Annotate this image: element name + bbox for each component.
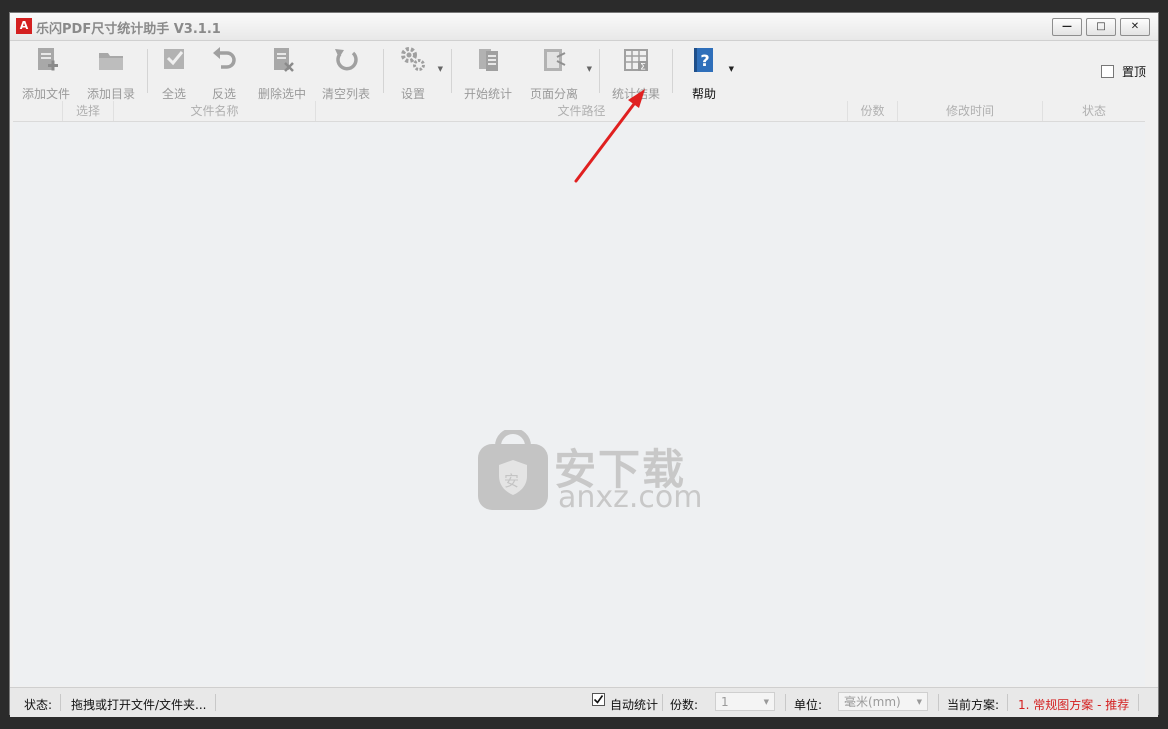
invert-label: 反选 — [211, 87, 236, 101]
app-window: A 乐闪PDF尺寸统计助手 V3.1.1 — □ ✕ 添加文件 添加目录 全选 — [9, 12, 1159, 717]
status-divider — [662, 694, 663, 711]
toolbar-divider — [672, 49, 673, 93]
select-all-label: 全选 — [161, 87, 186, 101]
dropdown-caret-icon: ▼ — [437, 65, 443, 73]
stats-result-button[interactable]: Σ 统计结果 — [610, 45, 662, 102]
scheme-value[interactable]: 1. 常规图方案 - 推荐 — [1018, 696, 1129, 713]
clear-list-button[interactable]: 清空列表 — [320, 45, 372, 102]
settings-label: 设置 — [400, 87, 425, 101]
status-label: 状态: — [24, 698, 53, 712]
status-divider — [938, 694, 939, 711]
toolbar-divider — [451, 49, 452, 93]
pin-top-checkbox[interactable] — [1100, 65, 1114, 78]
page-split-label: 页面分离 — [529, 87, 578, 101]
gear-icon: ▼ — [395, 45, 443, 77]
refresh-icon — [320, 45, 372, 77]
chevron-down-icon: ▼ — [763, 698, 769, 706]
dropdown-caret-icon: ▼ — [728, 65, 734, 73]
add-file-button[interactable]: 添加文件 — [18, 45, 74, 102]
folder-icon — [83, 45, 139, 77]
add-folder-label: 添加目录 — [86, 87, 135, 101]
page-split-button[interactable]: ▼ 页面分离 — [528, 45, 592, 102]
status-divider — [1138, 694, 1139, 711]
status-divider — [215, 694, 216, 711]
column-header-filename[interactable]: 文件名称 — [114, 101, 316, 121]
copies-label: 份数: — [670, 698, 699, 712]
window-title: 乐闪PDF尺寸统计助手 V3.1.1 — [36, 22, 221, 37]
select-all-button[interactable]: 全选 — [156, 45, 192, 102]
column-header-modified[interactable]: 修改时间 — [898, 101, 1043, 121]
maximize-button[interactable]: □ — [1086, 18, 1116, 36]
pdf-app-icon: A — [16, 18, 32, 34]
column-header-blank — [13, 101, 63, 121]
watermark-en: anxz.com — [558, 480, 703, 515]
toolbar: 添加文件 添加目录 全选 反选 删除选中 清空列表 ▼ 设置 开始统计 ▼ 页面… — [10, 41, 1158, 101]
invert-selection-button[interactable]: 反选 — [206, 45, 242, 102]
close-button[interactable]: ✕ — [1120, 18, 1150, 36]
status-divider — [1007, 694, 1008, 711]
column-header-filepath[interactable]: 文件路径 — [316, 101, 848, 121]
auto-stats-checkbox[interactable] — [592, 693, 605, 709]
unit-label: 单位: — [794, 698, 823, 712]
undo-arrow-icon — [206, 45, 242, 77]
page-split-icon: ▼ — [528, 45, 592, 77]
watermark-badge: 安 — [504, 472, 520, 490]
start-stats-button[interactable]: 开始统计 — [462, 45, 514, 102]
pin-top-label: 置顶 — [1121, 65, 1146, 79]
table-sigma-icon: Σ — [610, 45, 662, 77]
copies-combo[interactable]: 1 ▼ — [715, 692, 775, 711]
unit-value: 毫米(mm) — [844, 695, 901, 709]
title-bar[interactable]: A 乐闪PDF尺寸统计助手 V3.1.1 — □ ✕ — [10, 13, 1158, 41]
svg-text:Σ: Σ — [640, 63, 646, 73]
add-folder-button[interactable]: 添加目录 — [83, 45, 139, 102]
file-list[interactable]: 安 安下载 anxz.com — [13, 122, 1145, 686]
auto-stats-label: 自动统计 — [610, 698, 659, 712]
delete-selected-label: 删除选中 — [257, 87, 306, 101]
start-stats-icon — [462, 45, 514, 77]
toolbar-divider — [147, 49, 148, 93]
help-button[interactable]: ? ▼ 帮助 — [686, 45, 734, 102]
column-header-select[interactable]: 选择 — [63, 101, 114, 121]
scheme-label: 当前方案: — [947, 698, 1000, 712]
checkbox-checked-icon — [156, 45, 192, 77]
status-divider — [785, 694, 786, 711]
chevron-down-icon: ▼ — [916, 698, 922, 706]
pin-top-toggle[interactable]: 置顶 — [1100, 63, 1146, 80]
column-header-status[interactable]: 状态 — [1043, 101, 1145, 121]
help-book-icon: ? ▼ — [686, 45, 734, 77]
copies-value: 1 — [721, 695, 729, 709]
minimize-button[interactable]: — — [1052, 18, 1082, 36]
unit-combo[interactable]: 毫米(mm) ▼ — [838, 692, 928, 711]
add-file-icon — [18, 45, 74, 77]
delete-file-icon — [256, 45, 308, 77]
toolbar-divider — [383, 49, 384, 93]
add-file-label: 添加文件 — [21, 87, 70, 101]
delete-selected-button[interactable]: 删除选中 — [256, 45, 308, 102]
watermark: 安 安下载 anxz.com — [478, 428, 708, 520]
status-divider — [60, 694, 61, 711]
settings-button[interactable]: ▼ 设置 — [395, 45, 443, 102]
status-bar: 状态: 拖拽或打开文件/文件夹... 自动统计 份数: 1 ▼ 单位: 毫米(m… — [10, 687, 1158, 717]
start-stats-label: 开始统计 — [463, 87, 512, 101]
clear-list-label: 清空列表 — [321, 87, 370, 101]
dropdown-caret-icon: ▼ — [586, 65, 592, 73]
table-header: 选择 文件名称 文件路径 份数 修改时间 状态 — [13, 101, 1145, 122]
help-label: 帮助 — [691, 87, 716, 101]
toolbar-divider — [599, 49, 600, 93]
status-text: 拖拽或打开文件/文件夹... — [71, 698, 207, 712]
stats-result-label: 统计结果 — [611, 87, 660, 101]
svg-text:?: ? — [700, 51, 709, 70]
column-header-copies[interactable]: 份数 — [848, 101, 898, 121]
